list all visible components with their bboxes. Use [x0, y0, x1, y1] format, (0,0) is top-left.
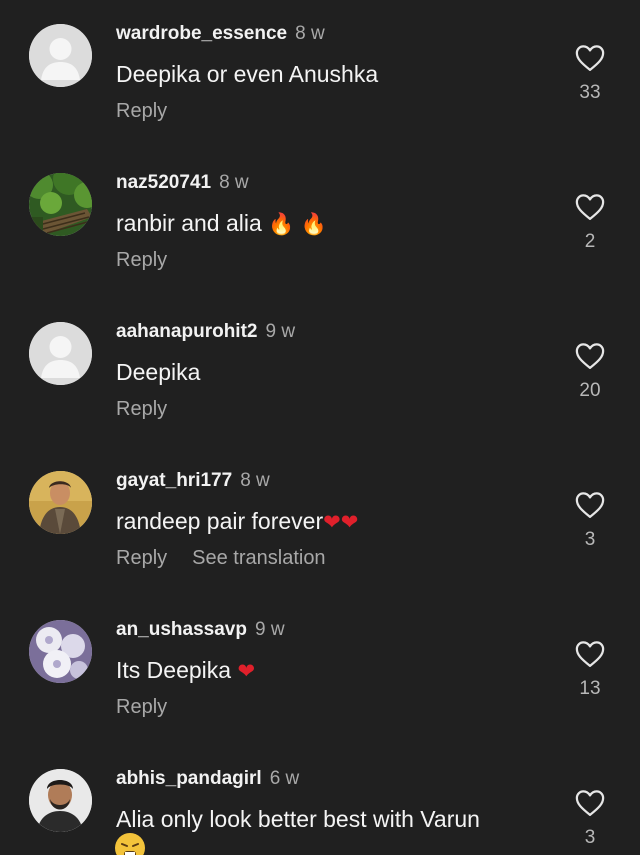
reply-button[interactable]: Reply	[116, 547, 167, 569]
man-portrait-photo-icon	[29, 471, 92, 534]
timestamp: 9 w	[254, 619, 285, 640]
comment-meta: wardrobe_essence 8 w	[116, 22, 325, 46]
comment-text: Deepika	[116, 356, 200, 388]
red-heart-emoji-icon: ❤	[323, 510, 341, 534]
username[interactable]: wardrobe_essence	[116, 23, 287, 44]
like-control[interactable]: 13	[566, 640, 614, 700]
comment-text: randeep pair forever❤❤	[116, 505, 358, 538]
comment-item: abhis_pandagirl 6 w Alia only look better…	[0, 745, 640, 855]
comment-item: an_ushassavp 9 w Its Deepika ❤ Reply 13	[0, 596, 640, 736]
fire-emoji-icon: 🔥	[268, 212, 295, 236]
comment-actions: Reply	[116, 694, 167, 720]
comment-text: Alia only look better best with Varun	[116, 803, 480, 835]
heart-outline-icon[interactable]	[575, 640, 605, 668]
like-count: 33	[579, 82, 601, 103]
username[interactable]: an_ushassavp	[116, 619, 247, 640]
comment-meta: naz520741 8 w	[116, 171, 249, 195]
comment-meta: an_ushassavp 9 w	[116, 618, 285, 642]
timestamp: 6 w	[269, 768, 300, 789]
like-count: 3	[584, 529, 596, 550]
heart-outline-icon[interactable]	[575, 193, 605, 221]
reply-button[interactable]: Reply	[116, 100, 167, 122]
comment-text: Deepika or even Anushka	[116, 58, 378, 90]
comment-item: aahanapurohit2 9 w Deepika Reply 20	[0, 298, 640, 438]
like-count: 2	[584, 231, 596, 252]
reply-button[interactable]: Reply	[116, 249, 167, 271]
avatar[interactable]	[29, 769, 92, 832]
avatar[interactable]	[29, 471, 92, 534]
see-translation-link[interactable]: See translation	[192, 547, 325, 569]
avatar[interactable]	[29, 24, 92, 87]
comment-actions: Reply	[116, 247, 167, 273]
like-control[interactable]: 2	[566, 193, 614, 253]
comment-item: naz520741 8 w ranbir and alia 🔥 🔥 Reply 2	[0, 149, 640, 289]
comment-text-content: ranbir and alia	[116, 210, 262, 236]
like-control[interactable]: 3	[566, 491, 614, 551]
tired-face-emoji-icon	[115, 833, 145, 855]
comments-list: wardrobe_essence 8 w Deepika or even Anus…	[0, 0, 640, 855]
like-control[interactable]: 20	[566, 342, 614, 402]
forest-path-photo-icon	[29, 173, 92, 236]
username[interactable]: naz520741	[116, 172, 211, 193]
like-control[interactable]: 33	[566, 44, 614, 104]
timestamp: 8 w	[295, 23, 325, 44]
like-control[interactable]: 3	[566, 789, 614, 849]
heart-outline-icon[interactable]	[575, 44, 605, 72]
like-count: 13	[579, 678, 601, 699]
white-flowers-photo-icon	[29, 620, 92, 683]
username[interactable]: gayat_hri177	[116, 470, 232, 491]
red-heart-emoji-icon: ❤	[340, 510, 359, 534]
comment-text-content: randeep pair forever	[116, 508, 324, 534]
comment-actions: Reply	[116, 98, 167, 124]
default-avatar-icon	[29, 24, 92, 87]
reply-button[interactable]: Reply	[116, 398, 167, 420]
timestamp: 8 w	[219, 172, 249, 193]
red-heart-emoji-icon: ❤	[237, 659, 256, 683]
comment-text: ranbir and alia 🔥 🔥	[116, 207, 327, 240]
like-count: 3	[584, 827, 596, 848]
comment-actions: Reply	[116, 396, 167, 422]
avatar[interactable]	[29, 620, 92, 683]
heart-outline-icon[interactable]	[575, 491, 605, 519]
comment-text-content: Deepika	[116, 359, 201, 385]
comment-text-content: Alia only look better best with Varun	[116, 806, 480, 832]
timestamp: 9 w	[265, 321, 296, 342]
reply-button[interactable]: Reply	[116, 696, 167, 718]
username[interactable]: aahanapurohit2	[116, 321, 257, 342]
comment-item: gayat_hri177 8 w randeep pair forever❤❤ R…	[0, 447, 640, 587]
default-avatar-icon	[29, 322, 92, 385]
avatar[interactable]	[29, 322, 92, 385]
comment-text: Its Deepika ❤	[116, 654, 255, 687]
username[interactable]: abhis_pandagirl	[116, 768, 262, 789]
heart-outline-icon[interactable]	[575, 342, 605, 370]
comment-item: wardrobe_essence 8 w Deepika or even Anus…	[0, 0, 640, 140]
man-portrait-photo-icon	[29, 769, 92, 832]
avatar[interactable]	[29, 173, 92, 236]
comment-meta: gayat_hri177 8 w	[116, 469, 270, 493]
comment-text-content: Deepika or even Anushka	[116, 61, 379, 87]
comment-meta: aahanapurohit2 9 w	[116, 320, 295, 344]
heart-outline-icon[interactable]	[575, 789, 605, 817]
comment-actions: Reply See translation	[116, 545, 326, 571]
timestamp: 8 w	[240, 470, 270, 491]
fire-emoji-icon: 🔥	[300, 212, 327, 236]
comment-meta: abhis_pandagirl 6 w	[116, 767, 299, 791]
like-count: 20	[579, 380, 601, 401]
comment-text-content: Its Deepika	[116, 657, 232, 683]
